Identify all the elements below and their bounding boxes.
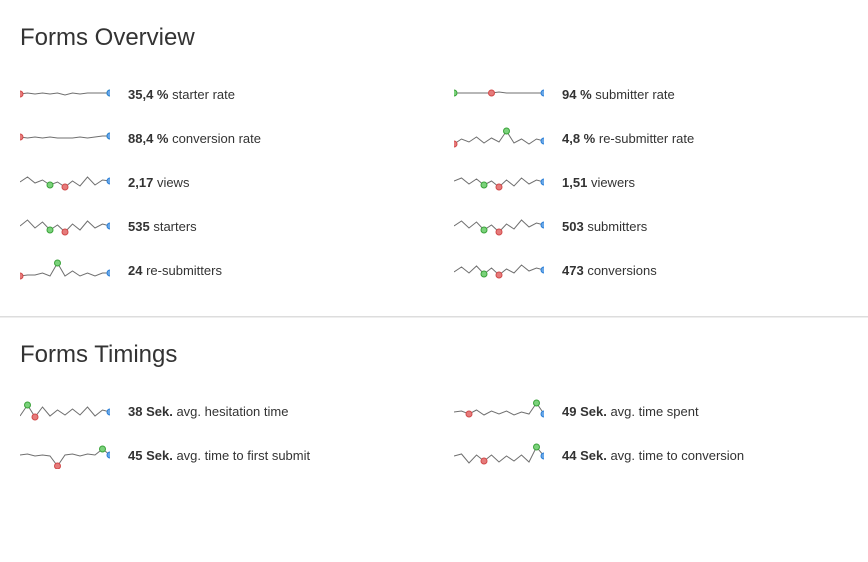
metric-label: 49 Sek. avg. time spent [562,404,699,419]
metric-time-first-submit: 45 Sek. avg. time to first submit [0,433,434,477]
sparkline-icon [454,168,544,196]
sparkline-icon [20,168,110,196]
sparkline-icon [454,256,544,284]
metric-label: 35,4 % starter rate [128,87,235,102]
metric-time-conversion: 44 Sek. avg. time to conversion [434,433,868,477]
metric-label: 4,8 % re-submitter rate [562,131,694,146]
overview-grid: 35,4 % starter rate 94 % submitter rate … [0,72,868,292]
metric-resubmitters: 24 re-submitters [0,248,434,292]
metric-starters: 535 starters [0,204,434,248]
metric-conversions: 473 conversions [434,248,868,292]
metric-label: 1,51 viewers [562,175,635,190]
sparkline-icon [454,212,544,240]
metric-label: 94 % submitter rate [562,87,675,102]
metric-label: 2,17 views [128,175,189,190]
metric-label: 88,4 % conversion rate [128,131,261,146]
metric-viewers: 1,51 viewers [434,160,868,204]
metric-label: 24 re-submitters [128,263,222,278]
metric-submitter-rate: 94 % submitter rate [434,72,868,116]
metric-time-spent: 49 Sek. avg. time spent [434,389,868,433]
timings-title: Forms Timings [0,317,868,389]
sparkline-icon [454,80,544,108]
sparkline-icon [20,256,110,284]
sparkline-icon [20,80,110,108]
sparkline-icon [454,124,544,152]
metric-hesitation-time: 38 Sek. avg. hesitation time [0,389,434,433]
sparkline-icon [20,441,110,469]
metric-label: 535 starters [128,219,197,234]
sparkline-icon [454,397,544,425]
metric-label: 38 Sek. avg. hesitation time [128,404,288,419]
timings-grid: 38 Sek. avg. hesitation time 49 Sek. avg… [0,389,868,477]
metric-conversion-rate: 88,4 % conversion rate [0,116,434,160]
sparkline-icon [20,212,110,240]
overview-title: Forms Overview [0,0,868,72]
sparkline-icon [20,124,110,152]
metric-starter-rate: 35,4 % starter rate [0,72,434,116]
sparkline-icon [454,441,544,469]
metric-submitters: 503 submitters [434,204,868,248]
metric-resubmitter-rate: 4,8 % re-submitter rate [434,116,868,160]
metric-label: 503 submitters [562,219,647,234]
metric-label: 44 Sek. avg. time to conversion [562,448,744,463]
metric-label: 45 Sek. avg. time to first submit [128,448,310,463]
metric-views: 2,17 views [0,160,434,204]
metric-label: 473 conversions [562,263,657,278]
sparkline-icon [20,397,110,425]
